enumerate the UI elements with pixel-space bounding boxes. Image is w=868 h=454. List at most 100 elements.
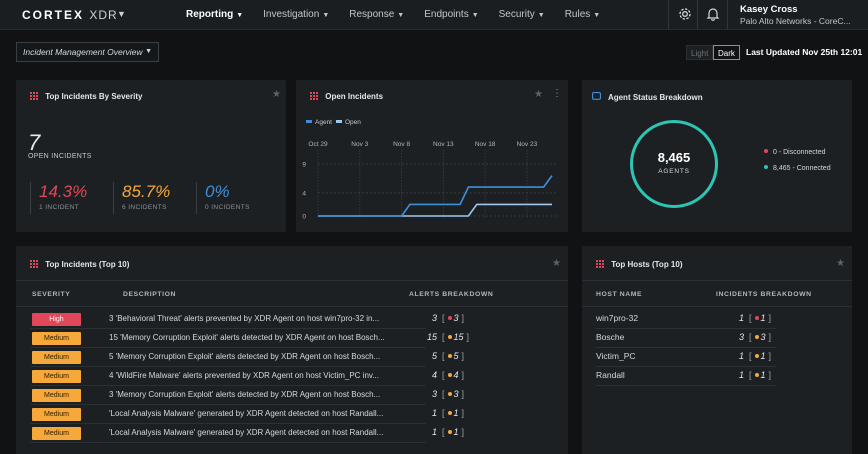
x-tick-label: Nov 3 bbox=[351, 141, 368, 148]
bell-icon[interactable] bbox=[705, 6, 721, 22]
row-divider bbox=[30, 442, 426, 443]
table-row[interactable]: Victim_PC 1 [1] bbox=[582, 348, 852, 367]
nav-item-security[interactable]: Security ▼ bbox=[499, 0, 545, 30]
legend-label: Agent bbox=[315, 119, 332, 126]
agent-total: 8,465 bbox=[657, 150, 691, 165]
incident-description[interactable]: 'Local Analysis Malware' generated by XD… bbox=[109, 428, 425, 437]
nav-item-investigation[interactable]: Investigation ▼ bbox=[263, 0, 329, 30]
column-header-alerts-breakdown[interactable]: ALERTS BREAKDOWN bbox=[409, 291, 493, 298]
theme-dark-button[interactable]: Dark bbox=[713, 45, 740, 60]
cortex-xdr-logo[interactable]: CORTEX XDR bbox=[22, 8, 118, 22]
bracket-close: ] bbox=[768, 351, 772, 361]
table-row[interactable]: win7pro-32 1 [1] bbox=[582, 310, 852, 329]
breakdown-total: 5 bbox=[432, 351, 438, 361]
breakdown-severity-count: 1 bbox=[760, 370, 766, 380]
table-row[interactable]: Medium 4 'WildFire Malware' alerts preven… bbox=[16, 367, 568, 386]
nav-item-endpoints[interactable]: Endpoints ▼ bbox=[424, 0, 478, 30]
nav-item-response[interactable]: Response ▼ bbox=[349, 0, 404, 30]
x-tick-label: Nov 23 bbox=[517, 141, 538, 148]
alerts-breakdown[interactable]: 1 [1] bbox=[432, 408, 464, 418]
nav-item-rules[interactable]: Rules ▼ bbox=[565, 0, 601, 30]
table-row[interactable]: High 3 'Behavioral Threat' alerts prevent… bbox=[16, 310, 568, 329]
host-name[interactable]: Victim_PC bbox=[596, 351, 636, 361]
incident-description[interactable]: 15 'Memory Corruption Exploit' alerts de… bbox=[109, 333, 425, 342]
divider bbox=[16, 306, 568, 307]
breakdown-severity-count: 1 bbox=[453, 427, 459, 437]
incident-description[interactable]: 3 'Memory Corruption Exploit' alerts det… bbox=[109, 390, 425, 399]
logo-text: CORTEX bbox=[22, 8, 85, 22]
bracket-open: [ bbox=[749, 313, 752, 323]
x-tick-label: Nov 8 bbox=[393, 141, 410, 148]
severity-badge: Medium bbox=[32, 389, 81, 402]
severity-dot-icon bbox=[754, 316, 759, 320]
bracket-open: [ bbox=[442, 332, 445, 342]
logo-product: XDR bbox=[89, 8, 118, 22]
table-row[interactable]: Bosche 3 [3] bbox=[582, 329, 852, 348]
table-row[interactable]: Randall 1 [1] bbox=[582, 367, 852, 386]
bracket-open: [ bbox=[442, 351, 445, 361]
theme-light-button[interactable]: Light bbox=[686, 45, 714, 60]
host-name[interactable]: Randall bbox=[596, 370, 625, 380]
bracket-open: [ bbox=[749, 370, 752, 380]
breakdown-severity-count: 4 bbox=[453, 370, 459, 380]
alerts-breakdown[interactable]: 1 [1] bbox=[739, 370, 771, 380]
gear-icon[interactable] bbox=[677, 6, 693, 22]
severity-panel-title: Top Incidents By Severity bbox=[45, 92, 143, 101]
table-row[interactable]: Medium 3 'Memory Corruption Exploit' aler… bbox=[16, 386, 568, 405]
breakdown-severity-count: 1 bbox=[760, 351, 766, 361]
breakdown-total: 15 bbox=[427, 332, 438, 342]
chevron-down-icon: ▼ bbox=[537, 12, 545, 19]
alerts-breakdown[interactable]: 1 [1] bbox=[739, 351, 771, 361]
user-name: Kasey Cross bbox=[740, 4, 798, 15]
bracket-close: ] bbox=[461, 427, 465, 437]
user-menu[interactable]: Kasey Cross Palo Alto Networks - CoreC..… bbox=[740, 4, 851, 26]
star-icon[interactable]: ★ bbox=[272, 89, 281, 100]
dashboard-select[interactable]: Incident Management Overview ▼ bbox=[16, 42, 159, 62]
x-tick-label: Nov 13 bbox=[433, 141, 454, 148]
incident-description[interactable]: 3 'Behavioral Threat' alerts prevented b… bbox=[109, 314, 425, 323]
top-nav-bar: CORTEX XDR ▼ Reporting ▼ Investigation ▼ Res… bbox=[0, 0, 868, 30]
incident-description[interactable]: 'Local Analysis Malware' generated by XD… bbox=[109, 409, 425, 418]
severity-count: 1 INCIDENT bbox=[39, 204, 80, 211]
agent-total-label: AGENTS bbox=[658, 168, 690, 175]
table-row[interactable]: Medium 5 'Memory Corruption Exploit' aler… bbox=[16, 348, 568, 367]
bracket-close: ] bbox=[461, 408, 465, 418]
alerts-breakdown[interactable]: 3 [3] bbox=[432, 389, 464, 399]
main-nav: Reporting ▼ Investigation ▼ Response ▼ Endpoin… bbox=[186, 0, 620, 30]
alerts-breakdown[interactable]: 15 [15] bbox=[427, 332, 469, 342]
column-header-host-name[interactable]: HOST NAME bbox=[596, 291, 642, 298]
nav-item-reporting[interactable]: Reporting ▼ bbox=[186, 0, 243, 30]
star-icon[interactable]: ★ bbox=[836, 258, 845, 269]
alerts-breakdown[interactable]: 3 [3] bbox=[432, 313, 464, 323]
chevron-down-icon: ▼ bbox=[145, 48, 152, 55]
table-row[interactable]: Medium 'Local Analysis Malware' generated… bbox=[16, 405, 568, 424]
bracket-close: ] bbox=[461, 351, 465, 361]
bracket-close: ] bbox=[461, 313, 465, 323]
table-row[interactable]: Medium 'Local Analysis Malware' generated… bbox=[16, 424, 568, 443]
alerts-breakdown[interactable]: 5 [5] bbox=[432, 351, 464, 361]
breakdown-total: 4 bbox=[432, 370, 438, 380]
alerts-breakdown[interactable]: 1 [1] bbox=[432, 427, 464, 437]
alerts-breakdown[interactable]: 4 [4] bbox=[432, 370, 464, 380]
alerts-breakdown[interactable]: 1 [1] bbox=[739, 313, 771, 323]
table-row[interactable]: Medium 15 'Memory Corruption Exploit' ale… bbox=[16, 329, 568, 348]
host-name[interactable]: win7pro-32 bbox=[596, 313, 638, 323]
star-icon[interactable]: ★ bbox=[552, 258, 561, 269]
column-header-severity[interactable]: SEVERITY bbox=[32, 291, 70, 298]
alerts-breakdown[interactable]: 3 [3] bbox=[739, 332, 771, 342]
severity-badge: Medium bbox=[32, 370, 81, 383]
breakdown-total: 1 bbox=[739, 370, 745, 380]
host-name[interactable]: Bosche bbox=[596, 332, 624, 342]
breakdown-total: 1 bbox=[739, 313, 745, 323]
grid-icon bbox=[30, 260, 38, 268]
incident-description[interactable]: 4 'WildFire Malware' alerts prevented by… bbox=[109, 371, 425, 380]
chevron-down-icon[interactable]: ▼ bbox=[117, 9, 126, 19]
severity-dot-icon bbox=[447, 316, 452, 320]
column-header-description[interactable]: DESCRIPTION bbox=[123, 291, 176, 298]
severity-dot-icon bbox=[447, 430, 452, 434]
incident-description[interactable]: 5 'Memory Corruption Exploit' alerts det… bbox=[109, 352, 425, 361]
last-updated: Last Updated Nov 25th 12:01 bbox=[746, 47, 863, 57]
legend-swatch bbox=[336, 120, 342, 123]
chevron-down-icon: ▼ bbox=[236, 12, 244, 19]
column-header-incidents-breakdown[interactable]: INCIDENTS BREAKDOWN bbox=[716, 291, 812, 298]
